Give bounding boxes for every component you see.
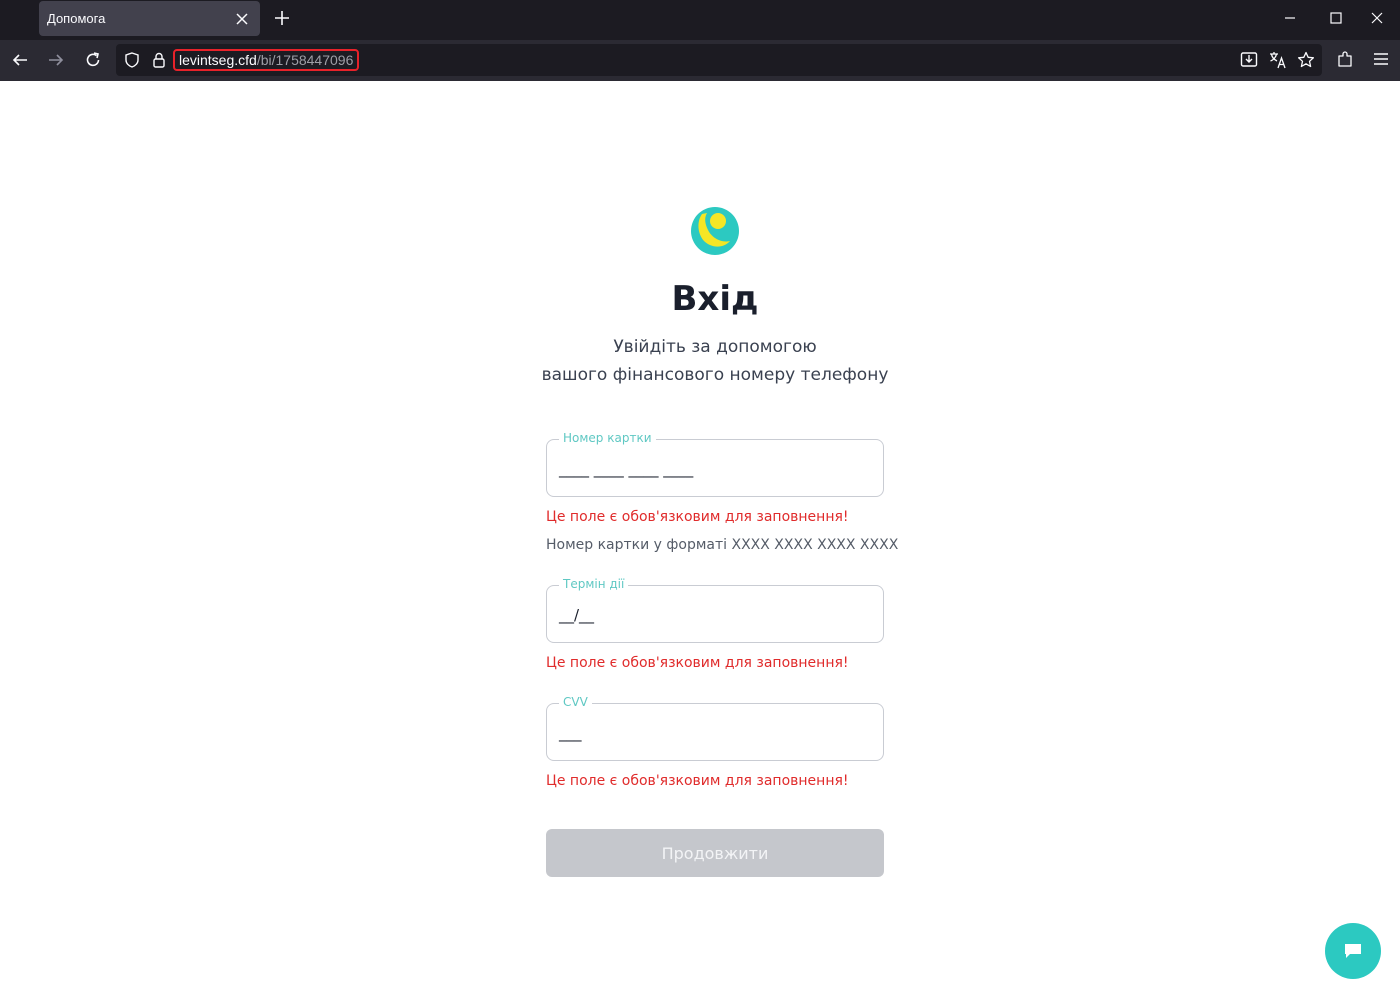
- reload-icon[interactable]: [79, 46, 107, 74]
- cvv-input[interactable]: ___: [559, 724, 582, 742]
- back-icon[interactable]: [6, 46, 34, 74]
- card-number-label: Номер картки: [559, 431, 656, 445]
- close-icon[interactable]: [230, 7, 254, 31]
- chat-icon: [1345, 944, 1361, 958]
- tab-title: Допомога: [47, 11, 106, 26]
- expiry-label: Термін дії: [559, 577, 629, 591]
- lock-icon[interactable]: [149, 50, 169, 70]
- page-content: Вхід Увійдіть за допомогою вашого фінанс…: [0, 81, 1400, 1000]
- card-number-error: Це поле є обов'язковим для заповнення!: [546, 509, 849, 525]
- window-close-icon[interactable]: [1354, 0, 1400, 36]
- card-number-hint: Номер картки у форматі XXXX XXXX XXXX XX…: [546, 537, 899, 553]
- url-text[interactable]: levintseg.cfd/bi/1758447096: [173, 49, 360, 71]
- star-icon[interactable]: [1295, 49, 1317, 71]
- cvv-field[interactable]: CVV ___: [546, 695, 884, 761]
- maximize-icon[interactable]: [1313, 0, 1359, 36]
- cvv-label: CVV: [559, 695, 592, 709]
- tab-bar: Допомога: [0, 0, 1400, 40]
- card-number-input[interactable]: ____ ____ ____ ____: [559, 460, 693, 478]
- save-page-icon[interactable]: [1238, 49, 1260, 71]
- page-subtitle: Увійдіть за допомогою вашого фінансового…: [0, 333, 1400, 389]
- url-domain: levintseg.cfd: [179, 52, 257, 68]
- expiry-field[interactable]: Термін дії __/__: [546, 577, 884, 643]
- expiry-error: Це поле є обов'язковим для заповнення!: [546, 655, 849, 671]
- browser-tab[interactable]: Допомога: [39, 1, 260, 36]
- extensions-icon[interactable]: [1334, 48, 1356, 70]
- chat-button[interactable]: [1325, 923, 1381, 979]
- page-title: Вхід: [671, 279, 759, 319]
- card-number-field[interactable]: Номер картки ____ ____ ____ ____: [546, 431, 884, 497]
- address-bar[interactable]: levintseg.cfd/bi/1758447096: [116, 44, 1322, 76]
- forward-icon[interactable]: [42, 46, 70, 74]
- minimize-icon[interactable]: [1267, 0, 1313, 36]
- cvv-error: Це поле є обов'язковим для заповнення!: [546, 773, 849, 789]
- plus-icon[interactable]: [270, 6, 294, 30]
- shield-icon[interactable]: [122, 50, 142, 70]
- translate-icon[interactable]: [1267, 49, 1289, 71]
- menu-icon[interactable]: [1370, 48, 1392, 70]
- subtitle-line-1: Увійдіть за допомогою: [613, 337, 817, 357]
- url-path: /bi/1758447096: [256, 52, 354, 68]
- navigation-toolbar: levintseg.cfd/bi/1758447096: [0, 40, 1400, 81]
- brand-logo: [691, 207, 739, 255]
- subtitle-line-2: вашого фінансового номеру телефону: [541, 365, 889, 385]
- continue-button[interactable]: Продовжити: [546, 829, 884, 877]
- expiry-input[interactable]: __/__: [559, 606, 594, 624]
